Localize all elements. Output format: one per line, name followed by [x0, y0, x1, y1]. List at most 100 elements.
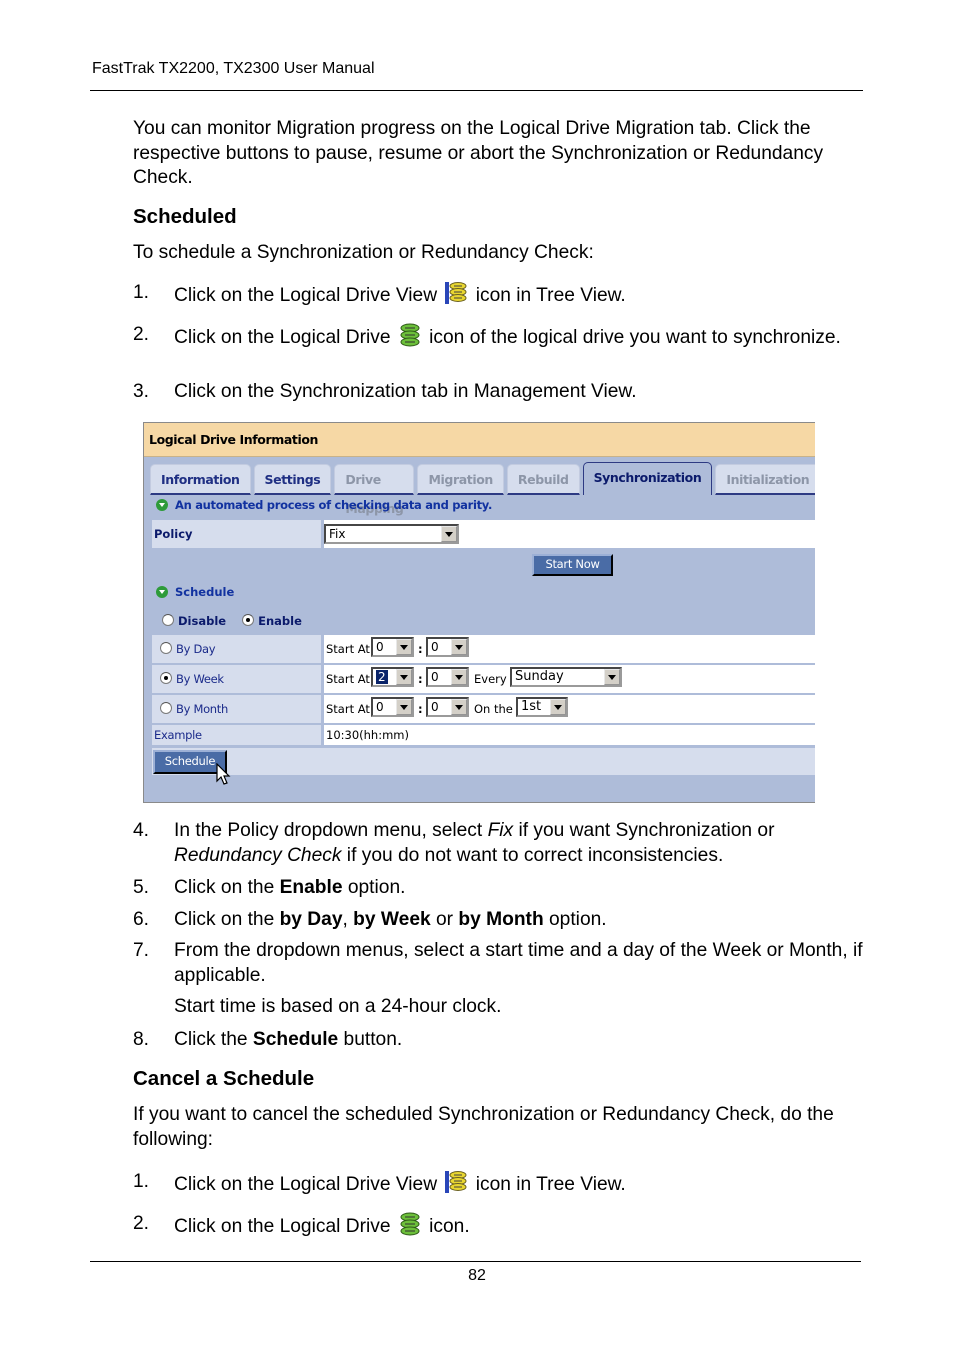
chevron-down-icon[interactable]: [451, 639, 467, 655]
time-separator: :: [418, 672, 423, 686]
step-text: icon of the logical drive you want to sy…: [423, 327, 841, 348]
cancel-step-1: 1. Click on the Logical Drive View icon …: [133, 1170, 863, 1198]
mouse-pointer-icon: [216, 763, 231, 785]
step-text-bold: by Week: [353, 909, 431, 930]
header-rule: [90, 90, 863, 91]
on-the-label: On the: [474, 702, 513, 716]
minute-value: 0: [431, 640, 439, 654]
scheduled-step-4: 4. In the Policy dropdown menu, select F…: [133, 819, 863, 868]
disable-radio[interactable]: [162, 614, 174, 626]
step-text: Click on the Logical Drive: [174, 327, 396, 348]
enable-radio[interactable]: [242, 614, 255, 626]
step-number: 5.: [133, 877, 150, 898]
by-week-radio[interactable]: [160, 672, 172, 684]
step-text: Click on the: [174, 909, 280, 930]
synchronization-screenshot: Logical Drive Information Information Se…: [143, 422, 815, 803]
by-week-row: By Week Start At 2 : 0 Every Sunday: [152, 665, 815, 693]
by-week-label: By Week: [176, 672, 224, 686]
schedule-enable-group: Disable Enable: [162, 614, 314, 628]
chevron-down-icon[interactable]: [451, 699, 467, 715]
heading-cancel-schedule: Cancel a Schedule: [133, 1067, 315, 1090]
by-month-controls: Start At 0 : 0 On the 1st: [324, 695, 815, 723]
chevron-down-icon[interactable]: [451, 669, 467, 685]
scheduled-step-7: 7. From the dropdown menus, select a sta…: [133, 939, 863, 1020]
step-text: Click on the Logical Drive View: [174, 285, 443, 306]
tab-rebuild[interactable]: Rebuild: [506, 464, 580, 495]
logical-drive-icon: [400, 323, 420, 347]
step-text-bold: by Day: [279, 909, 343, 930]
tab-drive-mapping[interactable]: Drive Mapping: [334, 464, 415, 516]
step-number: 4.: [133, 820, 150, 841]
collapse-chevron-icon[interactable]: [156, 499, 168, 511]
by-month-label: By Month: [176, 702, 228, 716]
scheduled-step-2: 2. Click on the Logical Drive icon of th…: [133, 323, 863, 351]
by-month-hour-dropdown[interactable]: 0: [371, 697, 414, 717]
page-number: 82: [468, 1267, 486, 1284]
step-number: 8.: [133, 1029, 150, 1050]
step-text-bold: Enable: [279, 877, 343, 898]
step-number: 2.: [133, 324, 150, 345]
time-separator: :: [418, 702, 423, 716]
heading-scheduled: Scheduled: [133, 205, 237, 228]
step-text: Click on the Logical Drive View: [174, 1174, 443, 1195]
step-text: if you want Synchronization or: [513, 820, 775, 841]
example-value: 10:30(hh:mm): [324, 725, 815, 745]
tab-synchronization[interactable]: Synchronization: [582, 462, 713, 495]
schedule-heading-text: Schedule: [175, 585, 235, 599]
by-day-radio[interactable]: [160, 642, 172, 654]
tab-information[interactable]: Information: [150, 464, 251, 495]
step-text: From the dropdown menus, select a start …: [174, 940, 863, 986]
step-text: In the Policy dropdown menu, select: [174, 820, 488, 841]
by-day-minute-dropdown[interactable]: 0: [426, 637, 469, 657]
hour-value: 0: [376, 640, 384, 654]
step-text: Click the: [174, 1029, 253, 1050]
scheduled-step-1: 1. Click on the Logical Drive View icon …: [133, 281, 863, 309]
chevron-down-icon[interactable]: [604, 669, 620, 685]
policy-dropdown[interactable]: Fix: [324, 524, 459, 544]
step-note: Start time is based on a 24-hour clock.: [174, 996, 502, 1017]
by-day-label: By Day: [176, 642, 216, 656]
panel-title: Logical Drive Information: [144, 423, 815, 457]
step-text: if you do not want to correct inconsiste…: [341, 844, 724, 866]
tab-settings[interactable]: Settings: [253, 464, 332, 495]
logical-drive-view-icon: [445, 1171, 467, 1193]
example-row: Example 10:30(hh:mm): [152, 725, 815, 745]
by-day-option: By Day: [152, 635, 321, 663]
step-text: Click on the Synchronization tab in Mana…: [174, 381, 637, 402]
scheduled-step-6: 6. Click on the by Day, by Week or by Mo…: [133, 908, 863, 933]
policy-row: Policy Fix: [152, 520, 815, 548]
policy-value-cell: Fix: [324, 520, 815, 548]
tab-initialization[interactable]: Initialization: [715, 464, 815, 495]
by-week-hour-dropdown[interactable]: 2: [371, 667, 414, 687]
by-month-row: By Month Start At 0 : 0 On the 1st: [152, 695, 815, 723]
by-month-radio[interactable]: [160, 702, 172, 714]
day-of-week-dropdown[interactable]: Sunday: [510, 667, 622, 687]
chevron-down-icon[interactable]: [441, 526, 457, 542]
scheduled-step-3: 3. Click on the Synchronization tab in M…: [133, 380, 863, 405]
time-separator: :: [418, 642, 423, 656]
tab-migration[interactable]: Migration: [417, 464, 504, 495]
by-day-hour-dropdown[interactable]: 0: [371, 637, 414, 657]
start-now-button[interactable]: Start Now: [532, 554, 613, 576]
step-text: icon in Tree View.: [470, 1174, 626, 1195]
step-text: Click on the: [174, 877, 280, 898]
chevron-down-icon[interactable]: [396, 639, 412, 655]
by-week-minute-dropdown[interactable]: 0: [426, 667, 469, 687]
logical-drive-view-icon: [445, 282, 467, 304]
day-of-month-dropdown[interactable]: 1st: [516, 697, 568, 717]
running-header: FastTrak TX2200, TX2300 User Manual: [92, 60, 375, 77]
by-month-minute-dropdown[interactable]: 0: [426, 697, 469, 717]
start-at-label: Start At: [326, 702, 370, 716]
minute-value: 0: [431, 700, 439, 714]
chevron-down-icon[interactable]: [396, 699, 412, 715]
collapse-chevron-icon[interactable]: [156, 586, 168, 598]
chevron-down-icon[interactable]: [396, 669, 412, 685]
start-at-label: Start At: [326, 642, 370, 656]
chevron-down-icon[interactable]: [550, 699, 566, 715]
start-at-label: Start At: [326, 672, 370, 686]
step-text: icon.: [423, 1216, 470, 1237]
step-text: Click on the Logical Drive: [174, 1216, 396, 1237]
schedule-heading: Schedule: [156, 585, 234, 599]
policy-value: Fix: [329, 527, 346, 541]
by-day-controls: Start At 0 : 0: [324, 635, 815, 663]
